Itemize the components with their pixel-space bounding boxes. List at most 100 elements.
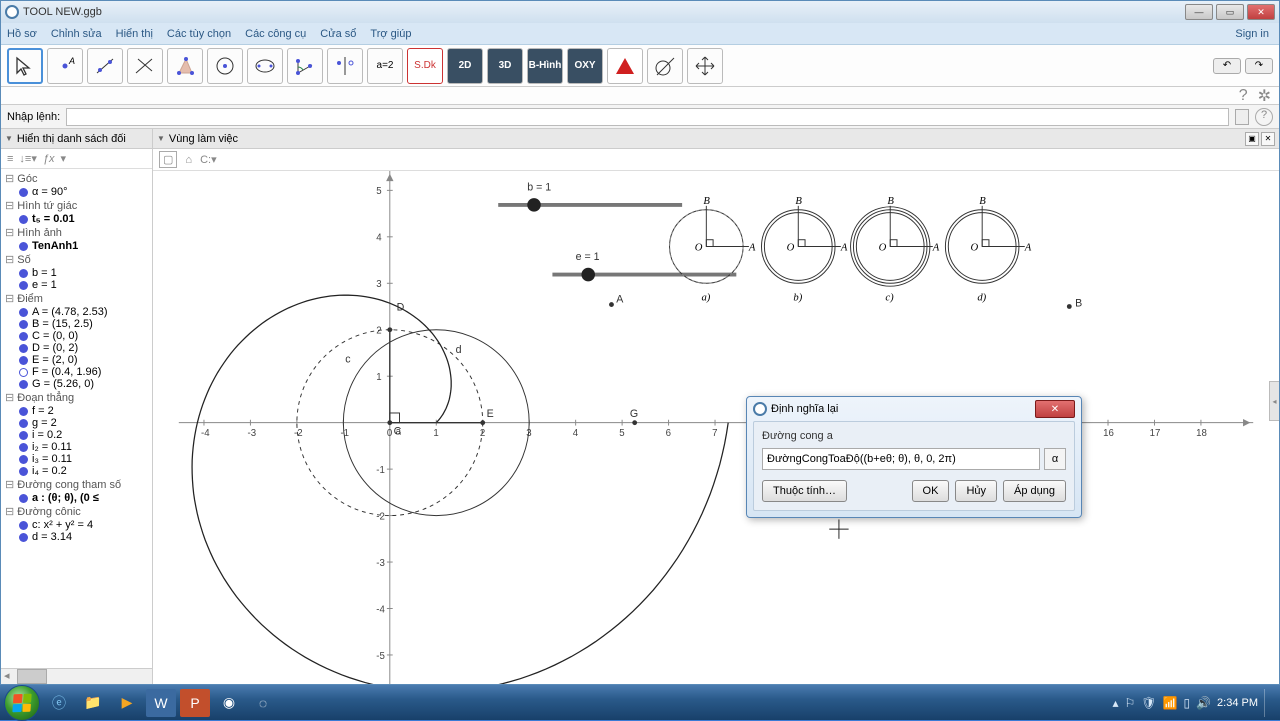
custom-tool-3d[interactable]: 3D	[487, 48, 523, 84]
algebra-item[interactable]: i₂ = 0.11	[1, 441, 152, 453]
algebra-group[interactable]: Đoạn thẳng	[1, 390, 152, 405]
algebra-item[interactable]: E = (2, 0)	[1, 354, 152, 366]
command-input[interactable]	[66, 108, 1229, 126]
redo-button[interactable]: ↷	[1245, 58, 1273, 74]
algebra-item[interactable]: i₄ = 0.2	[1, 465, 152, 477]
graphics-close-icon[interactable]: ✕	[1261, 132, 1275, 146]
taskbar-word-icon[interactable]: W	[146, 689, 176, 717]
custom-tool-oxy[interactable]: OXY	[567, 48, 603, 84]
dialog-properties-button[interactable]: Thuộc tính…	[762, 480, 847, 502]
algebra-item[interactable]: b = 1	[1, 267, 152, 279]
algebra-group[interactable]: Điểm	[1, 291, 152, 306]
side-panel-toggle[interactable]: ◂	[1269, 381, 1279, 421]
tray-volume-icon[interactable]: 🔊	[1196, 696, 1211, 710]
menu-edit[interactable]: Chỉnh sửa	[51, 28, 102, 40]
algebra-fx-dd[interactable]: ▾	[61, 152, 67, 165]
dialog-close-button[interactable]: ✕	[1035, 400, 1075, 418]
algebra-header[interactable]: Hiển thị danh sách đối	[1, 129, 152, 149]
tray-clock[interactable]: 2:34 PM	[1217, 697, 1258, 709]
dialog-definition-input[interactable]	[762, 448, 1040, 470]
algebra-group[interactable]: Đường cong tham số	[1, 477, 152, 492]
algebra-item[interactable]: g = 2	[1, 417, 152, 429]
graphics-header[interactable]: Vùng làm việc ▣ ✕	[153, 129, 1279, 149]
visibility-dot[interactable]	[19, 368, 28, 377]
tray-shield-icon[interactable]: 🛡	[1141, 696, 1156, 710]
menu-options[interactable]: Các tùy chọn	[167, 28, 231, 40]
algebra-item[interactable]: t₅ = 0.01	[1, 213, 152, 225]
taskbar-powerpoint-icon[interactable]: P	[180, 689, 210, 717]
dialog-apply-button[interactable]: Áp dụng	[1003, 480, 1066, 502]
minimize-button[interactable]: —	[1185, 4, 1213, 20]
conic-tool[interactable]	[247, 48, 283, 84]
gfx-capture-icon[interactable]: C:▾	[200, 153, 217, 166]
algebra-group[interactable]: Hình tứ giác	[1, 198, 152, 213]
algebra-item[interactable]: A = (4.78, 2.53)	[1, 306, 152, 318]
gfx-axes-icon[interactable]: ▢	[159, 151, 177, 168]
taskbar[interactable]: ⓔ 📁 ▶ W P ◉ ◌ ▴ ⚐ 🛡 📶 ▯ 🔊 2:34 PM	[0, 685, 1280, 720]
custom-tool-2d[interactable]: 2D	[447, 48, 483, 84]
menu-help[interactable]: Trợ giúp	[370, 28, 411, 40]
circle-tool[interactable]	[207, 48, 243, 84]
algebra-fx-icon[interactable]: ƒx	[43, 153, 55, 165]
redefine-dialog[interactable]: Định nghĩa lại ✕ Đường cong a α Thuộc tí…	[746, 396, 1082, 518]
visibility-dot[interactable]	[19, 455, 28, 464]
visibility-dot[interactable]	[19, 308, 28, 317]
custom-tool-bhinh[interactable]: B-Hình	[527, 48, 563, 84]
visibility-dot[interactable]	[19, 419, 28, 428]
algebra-item[interactable]: F = (0.4, 1.96)	[1, 366, 152, 378]
algebra-item[interactable]: C = (0, 0)	[1, 330, 152, 342]
algebra-item[interactable]: a : (θ; θ), (0 ≤	[1, 492, 152, 504]
visibility-dot[interactable]	[19, 521, 28, 530]
visibility-dot[interactable]	[19, 467, 28, 476]
visibility-dot[interactable]	[19, 494, 28, 503]
polygon-tool[interactable]	[167, 48, 203, 84]
menu-window[interactable]: Cửa sổ	[320, 28, 356, 40]
titlebar[interactable]: TOOL NEW.ggb — ▭ ✕	[1, 1, 1279, 23]
taskbar-chrome-icon[interactable]: ◉	[214, 689, 244, 717]
algebra-item[interactable]: i₃ = 0.11	[1, 453, 152, 465]
visibility-dot[interactable]	[19, 380, 28, 389]
visibility-dot[interactable]	[19, 356, 28, 365]
settings-icon[interactable]: ✲	[1258, 86, 1271, 106]
visibility-dot[interactable]	[19, 443, 28, 452]
move-graphics-tool[interactable]	[687, 48, 723, 84]
algebra-sort-icon[interactable]: ≡	[7, 153, 13, 165]
reflect-tool[interactable]	[327, 48, 363, 84]
tray-flag-icon[interactable]: ⚐	[1125, 696, 1136, 710]
slider-tool[interactable]: a=2	[367, 48, 403, 84]
visibility-dot[interactable]	[19, 407, 28, 416]
start-button[interactable]	[4, 685, 40, 721]
algebra-item[interactable]: i = 0.2	[1, 429, 152, 441]
visibility-dot[interactable]	[19, 281, 28, 290]
taskbar-media-icon[interactable]: ▶	[112, 689, 142, 717]
move-tool[interactable]	[7, 48, 43, 84]
custom-tool-sdk[interactable]: S.Dk	[407, 48, 443, 84]
taskbar-geogebra-icon[interactable]: ◌	[248, 689, 278, 717]
algebra-scrollbar[interactable]: ◂	[1, 668, 152, 684]
algebra-order-icon[interactable]: ↓≡▾	[19, 152, 36, 165]
visibility-dot[interactable]	[19, 215, 28, 224]
dialog-cancel-button[interactable]: Hủy	[955, 480, 997, 502]
algebra-item[interactable]: f = 2	[1, 405, 152, 417]
undo-button[interactable]: ↶	[1213, 58, 1241, 74]
algebra-group[interactable]: Đường cônic	[1, 504, 152, 519]
visibility-dot[interactable]	[19, 431, 28, 440]
help-icon[interactable]: ?	[1239, 87, 1248, 105]
graphics-newwin-icon[interactable]: ▣	[1245, 132, 1259, 146]
gfx-home-icon[interactable]: ⌂	[185, 154, 192, 166]
dialog-titlebar[interactable]: Định nghĩa lại ✕	[747, 397, 1081, 421]
algebra-item[interactable]: α = 90°	[1, 186, 152, 198]
menu-file[interactable]: Hồ sơ	[7, 28, 37, 40]
algebra-item[interactable]: e = 1	[1, 279, 152, 291]
algebra-item[interactable]: c: x² + y² = 4	[1, 519, 152, 531]
line-tool[interactable]	[87, 48, 123, 84]
show-desktop-button[interactable]	[1264, 689, 1272, 717]
input-dropdown[interactable]	[1235, 109, 1249, 125]
maximize-button[interactable]: ▭	[1216, 4, 1244, 20]
menu-tools[interactable]: Các công cụ	[245, 28, 306, 40]
signin-link[interactable]: Sign in	[1235, 28, 1269, 40]
graphics-canvas[interactable]: -4-3-2-101234567161718 -5-4-3-2-112345	[153, 171, 1279, 684]
menu-view[interactable]: Hiển thị	[116, 28, 153, 40]
algebra-item[interactable]: TenAnh1	[1, 240, 152, 252]
dialog-ok-button[interactable]: OK	[912, 480, 950, 502]
